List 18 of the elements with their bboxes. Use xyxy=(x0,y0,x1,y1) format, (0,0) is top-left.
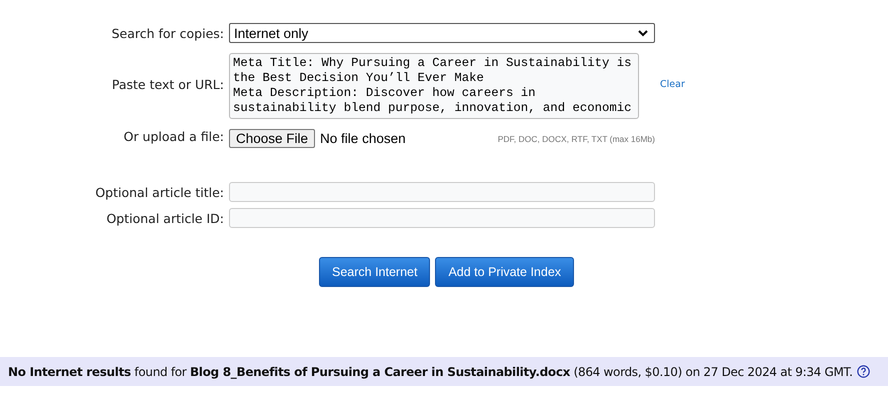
action-button[interactable]: Search Internet xyxy=(319,257,430,287)
field-label: Optional article ID: xyxy=(106,210,224,226)
paste-text-area[interactable]: Meta Title: Why Pursuing a Career in Sustainability is the Best Decision You’ll Ever Make Meta Description: Discover how careers in sustainability blend purpose, innovation, and economic xyxy=(229,53,639,119)
text-input-field[interactable] xyxy=(229,208,655,228)
action-button[interactable]: Add to Private Index xyxy=(435,257,574,287)
file-status-text: No file chosen xyxy=(320,131,406,146)
help-icon[interactable] xyxy=(856,365,870,378)
file-types-hint: PDF, DOC, DOCX, RTF, TXT (max 16Mb) xyxy=(498,134,655,144)
chevron-down-icon xyxy=(638,30,648,36)
field-label: Or upload a file: xyxy=(124,129,224,144)
status-message: No Internet results found for Blog 8_Benefits of Pursuing a Career in Sustainability.docx (864 words, $0.10) on 27 Dec 2024 at 9:34 GMT. xyxy=(8,364,853,378)
field-label: Optional article title: xyxy=(95,184,224,200)
search-scope-dropdown[interactable]: Internet only xyxy=(229,23,655,43)
field-label: Search for copies: xyxy=(112,26,224,40)
clear-link[interactable]: Clear xyxy=(660,78,888,90)
text-input-field[interactable] xyxy=(229,182,655,202)
field-label: Paste text or URL: xyxy=(112,76,224,92)
choose-file-button[interactable]: Choose File xyxy=(229,129,316,148)
